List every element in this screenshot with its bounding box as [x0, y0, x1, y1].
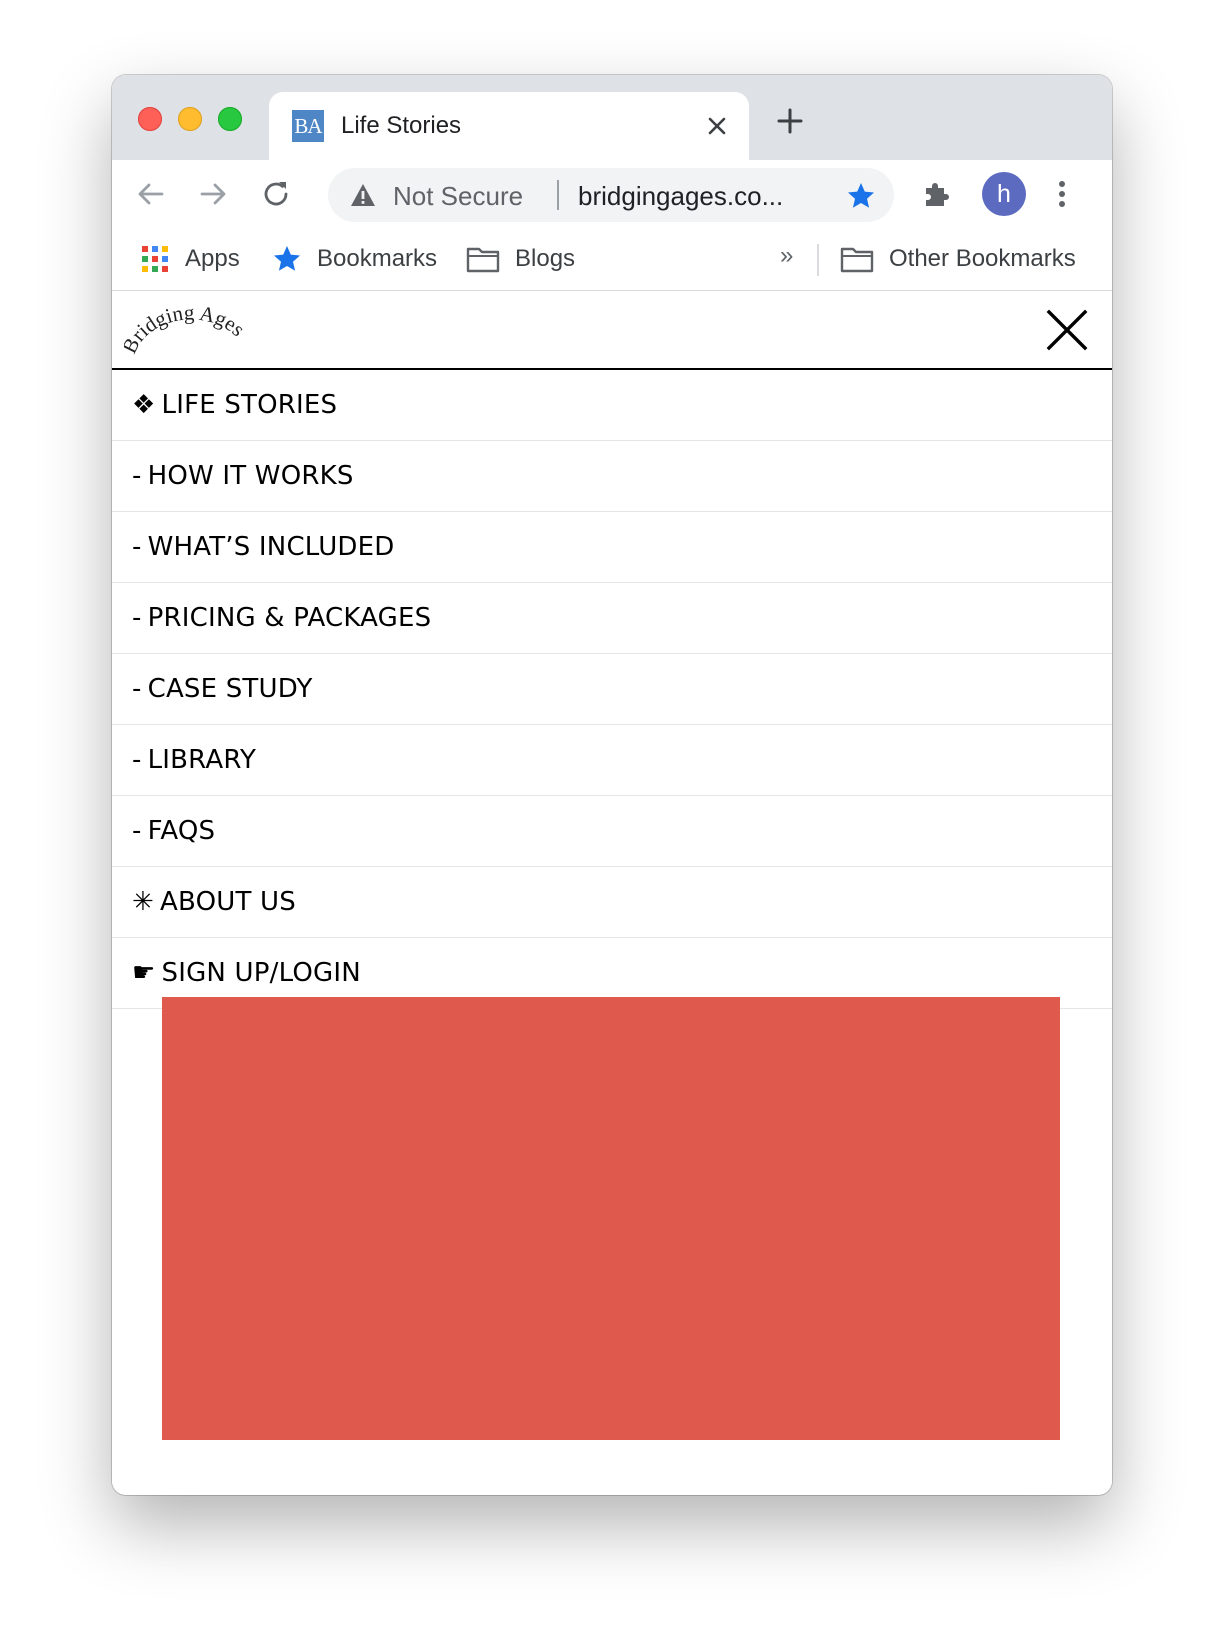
menu-item-glyph: - [132, 674, 142, 704]
bookmark-apps[interactable]: Apps [140, 242, 240, 276]
bookmark-bookmarks[interactable]: Bookmarks [272, 242, 437, 276]
address-bar[interactable]: Not Secure bridgingages.co... [328, 168, 894, 222]
menu-item-glyph: - [132, 532, 142, 562]
bookmark-other-bookmarks[interactable]: Other Bookmarks [840, 242, 1076, 276]
minimize-window-button[interactable] [178, 107, 202, 131]
folder-icon [840, 247, 874, 273]
profile-avatar[interactable]: h [982, 172, 1026, 216]
folder-icon [466, 247, 500, 273]
tab-strip: BA Life Stories [112, 75, 1112, 160]
menu-item-how-it-works[interactable]: - HOW IT WORKS [112, 441, 1112, 512]
menu-item-label: PRICING & PACKAGES [147, 603, 432, 633]
bookmark-label: Bookmarks [317, 245, 438, 272]
menu-item-glyph: - [132, 461, 142, 491]
site-header: Bridging Ages [112, 291, 1112, 370]
address-bar-divider [557, 180, 559, 210]
reload-icon[interactable] [259, 177, 293, 211]
bookmark-star-icon[interactable] [846, 181, 876, 211]
page-content: Bridging Ages ❖ LIFE STORIES - HOW IT WO… [112, 291, 1112, 1495]
extensions-puzzle-icon[interactable] [920, 178, 952, 210]
bookmarks-bar: Apps Bookmarks Blogs » Other Bookmarks [112, 228, 1112, 291]
logo-text: Bridging Ages [124, 300, 250, 357]
more-vertical-icon[interactable] [1056, 177, 1068, 211]
menu-item-case-study[interactable]: - CASE STUDY [112, 654, 1112, 725]
new-tab-icon[interactable] [775, 106, 805, 136]
bookmarks-separator [817, 244, 819, 276]
menu-item-label: WHAT’S INCLUDED [147, 532, 395, 562]
zoom-window-button[interactable] [218, 107, 242, 131]
menu-item-about-us[interactable]: ✳ ABOUT US [112, 867, 1112, 938]
menu-item-label: CASE STUDY [147, 674, 313, 704]
menu-item-life-stories[interactable]: ❖ LIFE STORIES [112, 370, 1112, 441]
close-window-button[interactable] [138, 107, 162, 131]
bookmark-label: Other Bookmarks [889, 245, 1076, 272]
bridging-ages-logo[interactable]: Bridging Ages [124, 295, 254, 367]
browser-toolbar: Not Secure bridgingages.co... h [112, 160, 1112, 228]
menu-item-label: FAQS [147, 816, 216, 846]
menu-item-label: SIGN UP/LOGIN [161, 958, 361, 988]
menu-item-glyph: - [132, 603, 142, 633]
menu-item-whats-included[interactable]: - WHAT’S INCLUDED [112, 512, 1112, 583]
menu-item-glyph: - [132, 745, 142, 775]
back-arrow-icon[interactable] [134, 177, 168, 211]
apps-grid-icon [142, 246, 168, 272]
tab-title: Life Stories [341, 112, 462, 139]
hero-color-block [162, 997, 1060, 1440]
menu-item-glyph: ❖ [132, 390, 156, 420]
bookmark-label: Apps [185, 245, 240, 272]
menu-item-glyph: ✳ [132, 887, 154, 917]
menu-item-label: LIFE STORIES [161, 390, 338, 420]
bookmark-label: Blogs [515, 245, 576, 272]
menu-item-glyph: - [132, 816, 142, 846]
url-text[interactable]: bridgingages.co... [578, 181, 783, 212]
star-icon [274, 246, 300, 271]
menu-item-label: HOW IT WORKS [147, 461, 354, 491]
warning-icon[interactable] [350, 182, 376, 208]
menu-item-library[interactable]: - LIBRARY [112, 725, 1112, 796]
close-menu-icon[interactable] [1046, 309, 1088, 351]
browser-window: BA Life Stories Not Secure bridgingages.… [112, 75, 1112, 1495]
security-status-label[interactable]: Not Secure [393, 181, 523, 212]
menu-item-pricing-packages[interactable]: - PRICING & PACKAGES [112, 583, 1112, 654]
menu-item-glyph: ☛ [132, 958, 156, 988]
tab-life-stories[interactable]: BA Life Stories [269, 92, 749, 160]
bookmarks-overflow-chevron-icon[interactable]: » [780, 242, 793, 270]
menu-item-label: ABOUT US [160, 887, 296, 917]
mobile-nav-menu: ❖ LIFE STORIES - HOW IT WORKS - WHAT’S I… [112, 370, 1112, 1009]
menu-item-label: LIBRARY [147, 745, 257, 775]
forward-arrow-icon[interactable] [196, 177, 230, 211]
tab-close-icon[interactable] [703, 112, 731, 140]
bookmark-blogs[interactable]: Blogs [466, 242, 575, 276]
site-favicon-icon: BA [292, 110, 324, 142]
menu-item-faqs[interactable]: - FAQS [112, 796, 1112, 867]
